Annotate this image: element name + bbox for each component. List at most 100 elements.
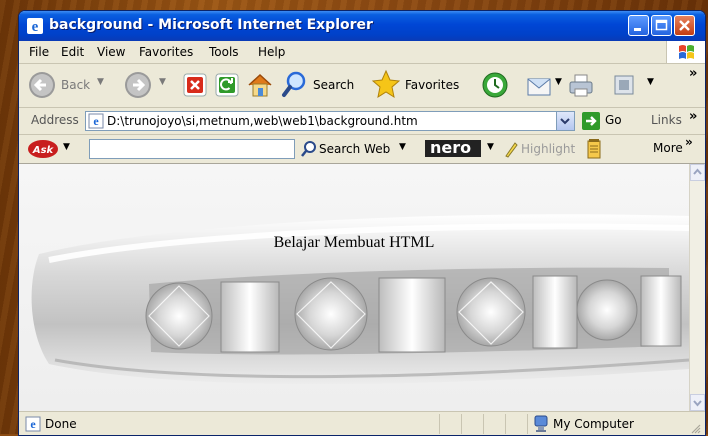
search-button[interactable]: Search [281, 70, 367, 100]
menu-favorites[interactable]: Favorites [139, 45, 193, 59]
star-icon [371, 69, 401, 99]
menu-view[interactable]: View [97, 45, 125, 59]
more-chevron-icon[interactable]: » [685, 135, 693, 149]
history-icon [482, 72, 508, 98]
minimize-button[interactable] [628, 15, 649, 36]
close-button[interactable] [674, 15, 695, 36]
status-bar: e Done My Computer [19, 411, 705, 435]
home-icon [248, 73, 272, 97]
edit-button[interactable]: ▼ [613, 74, 659, 99]
refresh-icon [215, 73, 239, 97]
menu-help[interactable]: Help [258, 45, 285, 59]
scroll-up-button[interactable] [690, 164, 705, 181]
svg-text:e: e [93, 114, 99, 128]
highlight-label: Highlight [521, 142, 576, 156]
toolbar-chevron-icon[interactable]: » [689, 66, 697, 81]
highlight-button[interactable]: Highlight [503, 139, 591, 159]
stop-icon [183, 73, 207, 97]
forward-arrow-icon [125, 72, 151, 98]
page-content: Belajar Membuat HTML [19, 164, 689, 411]
forward-button[interactable]: ▼ [123, 70, 173, 100]
resize-grip-icon[interactable] [689, 422, 701, 434]
highlighter-icon [505, 142, 518, 158]
ask-logo-icon: Ask [28, 140, 58, 158]
forward-dropdown-icon[interactable]: ▼ [159, 77, 166, 87]
ie-icon: e [27, 18, 43, 35]
go-label: Go [605, 113, 622, 127]
mail-dropdown-icon[interactable]: ▼ [555, 77, 562, 87]
window-title: background - Microsoft Internet Explorer [49, 17, 373, 33]
search-web-icon [301, 141, 316, 157]
vertical-scrollbar[interactable] [689, 164, 705, 411]
page-icon: e [88, 113, 104, 129]
nero-logo: nero [425, 138, 481, 157]
ring-background-image [19, 164, 689, 411]
back-dropdown-icon[interactable]: ▼ [97, 77, 104, 87]
title-bar[interactable]: e background - Microsoft Internet Explor… [19, 11, 705, 41]
maximize-button[interactable] [651, 15, 672, 36]
nero-button[interactable]: nero ▼ [425, 138, 495, 159]
ask-search-input[interactable] [89, 139, 295, 159]
address-value: D:\trunojoyo\si,metnum,web\web1\backgrou… [107, 114, 418, 128]
printer-icon [569, 74, 593, 97]
more-label[interactable]: More [653, 141, 683, 155]
edit-dropdown-icon[interactable]: ▼ [647, 77, 654, 87]
favorites-label: Favorites [405, 78, 460, 92]
svg-text:e: e [30, 417, 36, 431]
links-chevron-icon[interactable]: » [689, 109, 697, 124]
address-label: Address [31, 113, 79, 127]
browser-window: e background - Microsoft Internet Explor… [18, 10, 706, 436]
ask-logo-button[interactable]: Ask ▼ [27, 139, 73, 159]
minimize-icon [634, 28, 641, 31]
windows-logo [666, 41, 705, 63]
status-text: Done [45, 417, 77, 431]
favorites-button[interactable]: Favorites [371, 69, 469, 99]
windows-flag-icon [679, 45, 694, 59]
search-label: Search [313, 78, 355, 92]
zone-text: My Computer [553, 417, 634, 431]
scroll-up-arrow-icon [693, 168, 702, 175]
refresh-button[interactable] [215, 73, 239, 100]
ask-dropdown-icon[interactable]: ▼ [63, 142, 70, 152]
status-divider [461, 414, 462, 434]
address-input[interactable]: e D:\trunojoyo\si,metnum,web\web1\backgr… [85, 111, 575, 131]
search-web-label: Search Web [319, 142, 391, 156]
go-arrow-icon [582, 112, 600, 130]
print-button[interactable] [567, 71, 595, 102]
menu-tools[interactable]: Tools [209, 45, 239, 59]
links-label[interactable]: Links [651, 113, 682, 127]
scroll-down-button[interactable] [690, 394, 705, 411]
page-heading: Belajar Membuat HTML [273, 234, 435, 251]
close-icon [679, 20, 690, 31]
search-web-button[interactable]: Search Web ▼ [301, 139, 406, 159]
mail-icon [527, 78, 551, 96]
chevron-down-icon [560, 118, 570, 125]
done-page-icon: e [25, 416, 41, 432]
search-web-dropdown-icon[interactable]: ▼ [399, 142, 406, 152]
nero-dropdown-icon[interactable]: ▼ [487, 142, 494, 152]
svg-text:e: e [32, 19, 39, 35]
menu-file[interactable]: File [29, 45, 49, 59]
home-button[interactable] [245, 70, 275, 103]
mail-button[interactable]: ▼ [525, 71, 565, 102]
maximize-icon [655, 19, 668, 31]
back-button[interactable]: Back ▼ [27, 70, 111, 100]
back-label: Back [61, 78, 91, 92]
menu-bar: File Edit View Favorites Tools Help [19, 41, 705, 64]
history-button[interactable] [481, 71, 509, 102]
nero-logo-text: nero [430, 138, 472, 157]
notes-button[interactable] [585, 138, 603, 163]
status-divider [439, 414, 440, 434]
address-dropdown-button[interactable] [556, 112, 574, 130]
status-divider [483, 414, 484, 434]
standard-toolbar: Back ▼ ▼ Search Favorites ▼ ▼ » [19, 64, 705, 108]
notepad-icon [587, 139, 601, 159]
scroll-down-arrow-icon [693, 400, 702, 407]
go-button[interactable]: Go [581, 111, 627, 131]
back-arrow-icon [29, 72, 55, 98]
status-divider [505, 414, 506, 434]
search-icon [282, 71, 306, 97]
computer-zone-icon [534, 415, 548, 432]
stop-button[interactable] [183, 73, 207, 100]
menu-edit[interactable]: Edit [61, 45, 84, 59]
